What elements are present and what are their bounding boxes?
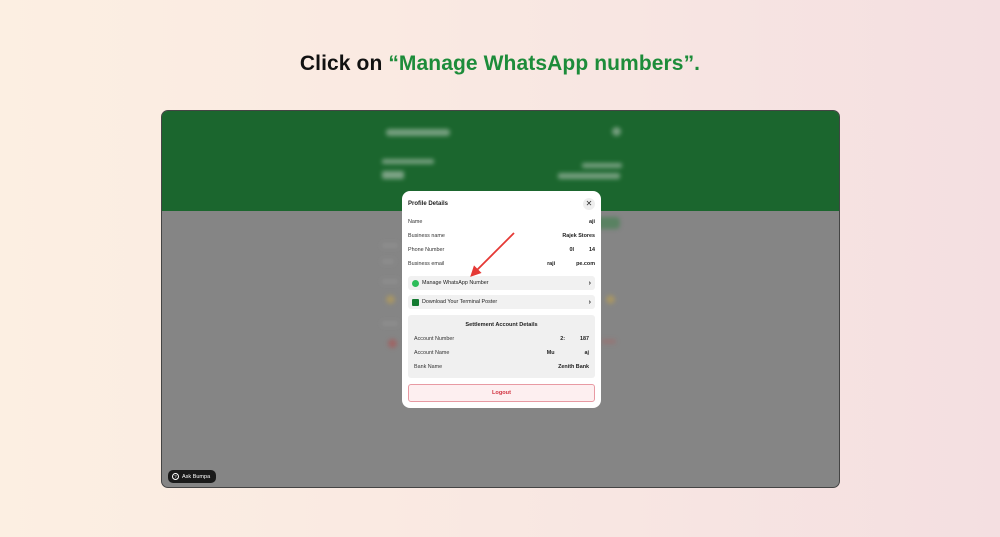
whatsapp-icon [412, 279, 419, 287]
field-label: Business email [408, 261, 445, 267]
download-poster-button[interactable]: Download Your Terminal Poster › [408, 295, 595, 309]
profile-row-business-name: Business name Rajek Stores [408, 229, 595, 243]
profile-row-name: Name aji [408, 215, 595, 229]
help-icon: ? [172, 473, 179, 480]
field-value: Rajek Stores [562, 233, 595, 239]
field-label: Name [408, 219, 423, 225]
modal-header: Profile Details ✕ [408, 197, 595, 211]
field-value: Mu aj [546, 350, 589, 356]
profile-details-modal: Profile Details ✕ Name aji Business name… [402, 191, 601, 408]
field-value: aji [589, 219, 595, 225]
download-poster-label: Download Your Terminal Poster [422, 299, 498, 305]
field-label: Account Name [414, 350, 450, 356]
settlement-title: Settlement Account Details [465, 322, 538, 328]
field-label: Bank Name [414, 364, 443, 370]
manage-whatsapp-button[interactable]: Manage WhatsApp Number › [408, 276, 595, 290]
field-value: raji pe.com [547, 261, 595, 267]
logout-button[interactable]: Logout [408, 384, 595, 402]
modal-title: Profile Details [408, 201, 449, 207]
close-button[interactable]: ✕ [583, 198, 595, 210]
field-value: 2: 187 [560, 336, 589, 342]
settlement-row-bank-name: Bank Name Zenith Bank [414, 360, 589, 374]
chevron-right-icon: › [588, 298, 591, 306]
profile-row-phone: Phone Number 0I 14 [408, 243, 595, 257]
field-label: Phone Number [408, 247, 445, 253]
ask-bumpa-label: Ask Bumpa [182, 473, 211, 480]
close-icon: ✕ [585, 199, 593, 208]
profile-row-email: Business email raji pe.com [408, 257, 595, 271]
settlement-row-account-number: Account Number 2: 187 [414, 332, 589, 346]
app-screenshot-frame: Profile Details ✕ Name aji Business name… [161, 110, 840, 488]
ask-bumpa-button[interactable]: ? Ask Bumpa [168, 470, 217, 483]
field-value: Zenith Bank [558, 364, 589, 370]
poster-icon [412, 298, 419, 306]
instruction-heading: Click on “Manage WhatsApp numbers”. [0, 52, 1000, 76]
instruction-prefix: Click on [299, 52, 389, 75]
field-value: 0I 14 [569, 247, 595, 253]
manage-whatsapp-label: Manage WhatsApp Number [422, 280, 489, 286]
chevron-right-icon: › [588, 279, 591, 287]
field-label: Business name [408, 233, 445, 239]
instruction-highlight: “Manage WhatsApp numbers”. [388, 52, 701, 75]
field-label: Account Number [414, 336, 455, 342]
settlement-row-account-name: Account Name Mu aj [414, 346, 589, 360]
settlement-account-section: Settlement Account Details Account Numbe… [408, 315, 595, 378]
